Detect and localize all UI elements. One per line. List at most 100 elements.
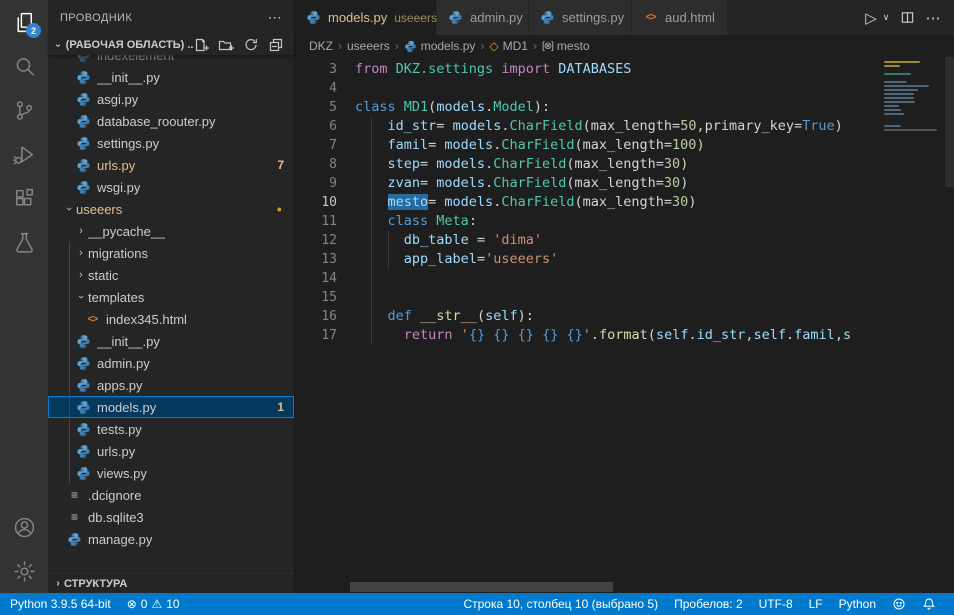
- tree-item-init-py[interactable]: __init__.py: [48, 330, 294, 352]
- status-indentation[interactable]: Пробелов: 2: [666, 593, 751, 615]
- main-layout: 2 ПРОВОДНИК ⋯ › (РАБОЧАЯ ОБЛАСТЬ) ... in…: [0, 0, 954, 593]
- tree-item-urls-py[interactable]: urls.py7: [48, 154, 294, 176]
- collapse-all-icon[interactable]: [268, 37, 284, 53]
- activity-item-extensions[interactable]: [0, 176, 48, 220]
- tree-item-models-py[interactable]: models.py1: [48, 396, 294, 418]
- tree-item-asgi-py[interactable]: asgi.py: [48, 88, 294, 110]
- line-number: 12: [295, 231, 337, 250]
- tree-item-apps-py[interactable]: apps.py: [48, 374, 294, 396]
- code-line-content: mesto= models.CharField(max_length=30): [337, 193, 696, 212]
- tree-item-label: __pycache__: [88, 224, 165, 239]
- source-control-icon: [12, 98, 37, 123]
- tree-item-database-roouter-py[interactable]: database_roouter.py: [48, 110, 294, 132]
- gear-icon: [12, 559, 37, 584]
- run-dropdown-icon[interactable]: ∨: [880, 7, 892, 29]
- status-problems[interactable]: ⊗0⚠10: [119, 593, 188, 615]
- tree-item-useeers[interactable]: ›useeers●: [48, 198, 294, 220]
- code-line: 14: [295, 269, 954, 288]
- tree-item-dcignore[interactable]: ≡.dcignore: [48, 484, 294, 506]
- status-python-interpreter[interactable]: Python 3.9.5 64-bit: [10, 593, 119, 615]
- minimap-line: [884, 89, 918, 91]
- tree-item-label: __init__.py: [97, 70, 160, 85]
- activity-item-run-debug[interactable]: [0, 132, 48, 176]
- workspace-section-header[interactable]: › (РАБОЧАЯ ОБЛАСТЬ) ...: [48, 35, 294, 55]
- code-editor[interactable]: 3from DKZ.settings import DATABASES45cla…: [295, 57, 954, 593]
- breadcrumb-item-md1[interactable]: ◇MD1: [489, 39, 528, 53]
- tree-item-migrations[interactable]: ›migrations: [48, 242, 294, 264]
- split-editor-icon[interactable]: [896, 7, 918, 29]
- new-file-icon[interactable]: [193, 37, 209, 53]
- more-actions-icon[interactable]: ⋯: [922, 7, 944, 29]
- python-icon: [75, 157, 92, 173]
- breadcrumb-item-models-py[interactable]: models.py: [404, 39, 476, 53]
- tree-item-manage-py[interactable]: manage.py: [48, 528, 294, 550]
- activity-item-account[interactable]: [0, 505, 48, 549]
- status-eol[interactable]: LF: [801, 593, 831, 615]
- activity-badge: 2: [26, 23, 41, 38]
- tab-aud-html[interactable]: <>aud.html: [632, 0, 728, 35]
- status-encoding[interactable]: UTF-8: [751, 593, 801, 615]
- bell-icon[interactable]: [914, 593, 944, 615]
- minimap-line: [884, 105, 899, 107]
- activity-bar: 2: [0, 0, 48, 593]
- tab-models-py[interactable]: models.pyuseeers1✕: [295, 0, 437, 35]
- tree-item-settings-py[interactable]: settings.py: [48, 132, 294, 154]
- tree-item-pycache[interactable]: ›__pycache__: [48, 220, 294, 242]
- tree-item-views-py[interactable]: views.py: [48, 462, 294, 484]
- line-number: 10: [295, 193, 337, 212]
- minimap[interactable]: [881, 58, 945, 188]
- tree-item-init-py[interactable]: __init__.py: [48, 66, 294, 88]
- selected-text: mesto: [388, 194, 429, 210]
- activity-item-explorer[interactable]: 2: [0, 0, 48, 44]
- tree-item-index345-html[interactable]: <>index345.html: [48, 308, 294, 330]
- tree-item-tests-py[interactable]: tests.py: [48, 418, 294, 440]
- tab-admin-py[interactable]: admin.py: [437, 0, 529, 35]
- activity-item-testing[interactable]: [0, 220, 48, 264]
- code-line-content: [337, 269, 355, 288]
- tree-item-templates[interactable]: ›templates: [48, 286, 294, 308]
- tree-item-db-sqlite3[interactable]: ≡db.sqlite3: [48, 506, 294, 528]
- search-icon: [12, 54, 37, 79]
- vertical-scrollbar[interactable]: [945, 57, 954, 187]
- code-line: 8 step= models.CharField(max_length=30): [295, 155, 954, 174]
- tree-item-label: apps.py: [97, 378, 143, 393]
- breadcrumb-item-useeers[interactable]: useeers: [347, 39, 390, 53]
- minimap-line: [884, 65, 900, 67]
- tree-item-indexelement[interactable]: indexelement: [48, 55, 294, 66]
- new-folder-icon[interactable]: [218, 37, 234, 53]
- feedback-icon[interactable]: [884, 593, 914, 615]
- horizontal-scrollbar[interactable]: [350, 582, 613, 592]
- modified-dot-icon: ●: [277, 204, 294, 214]
- minimap-line: [884, 109, 901, 111]
- text-file-icon: ≡: [66, 509, 83, 525]
- activity-item-source-control[interactable]: [0, 88, 48, 132]
- chevron-right-icon: ›: [74, 269, 88, 281]
- tree-item-label: .dcignore: [88, 488, 141, 503]
- tab-description: useeers: [394, 11, 437, 25]
- breadcrumb-item-mesto[interactable]: [⊗]mesto: [542, 39, 590, 53]
- breadcrumb-separator-icon: ›: [478, 39, 486, 53]
- activity-item-search[interactable]: [0, 44, 48, 88]
- sidebar-more-actions-icon[interactable]: ⋯: [268, 9, 282, 26]
- activity-item-manage[interactable]: [0, 549, 48, 593]
- minimap-line: [884, 81, 907, 83]
- python-icon: [75, 355, 92, 371]
- line-number: 8: [295, 155, 337, 174]
- tree-item-label: templates: [88, 290, 144, 305]
- code-line: 5class MD1(models.Model):: [295, 98, 954, 117]
- tree-item-urls-py[interactable]: urls.py: [48, 440, 294, 462]
- run-icon[interactable]: ▷: [860, 7, 882, 29]
- breadcrumb-item-dkz[interactable]: DKZ: [309, 39, 333, 53]
- tree-item-label: asgi.py: [97, 92, 138, 107]
- tree-item-admin-py[interactable]: admin.py: [48, 352, 294, 374]
- file-tree: indexelement __init__.py asgi.py database_r…: [48, 55, 294, 573]
- status-language-mode[interactable]: Python: [831, 593, 884, 615]
- refresh-icon[interactable]: [243, 37, 259, 53]
- python-icon: [447, 10, 464, 26]
- tree-item-static[interactable]: ›static: [48, 264, 294, 286]
- status-cursor-position[interactable]: Строка 10, столбец 10 (выбрано 5): [463, 593, 666, 615]
- outline-section-header[interactable]: › СТРУКТУРА: [48, 573, 294, 593]
- tab-settings-py[interactable]: settings.py: [529, 0, 632, 35]
- code-line-content: app_label='useeers': [337, 250, 558, 269]
- tree-item-wsgi-py[interactable]: wsgi.py: [48, 176, 294, 198]
